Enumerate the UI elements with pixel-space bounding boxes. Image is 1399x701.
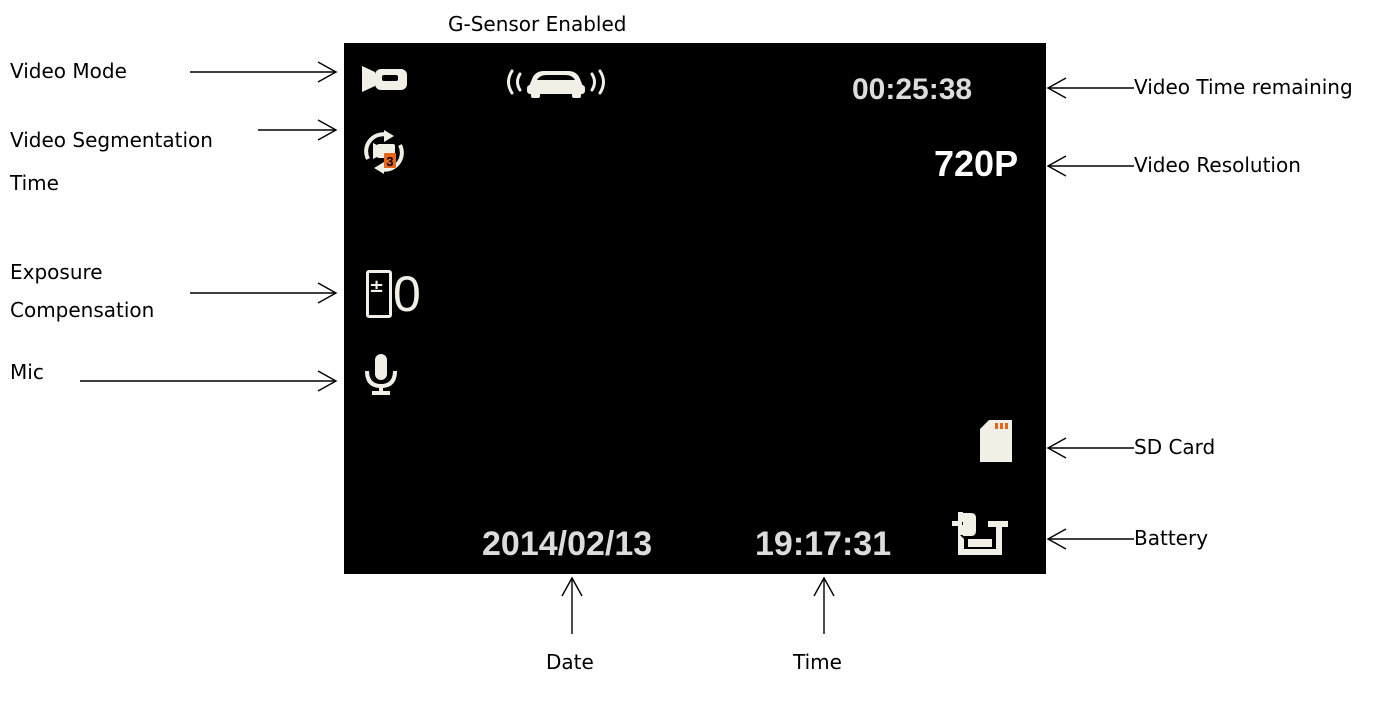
mic-icon [365, 354, 397, 395]
clock-value: 19:17:31 [755, 525, 892, 563]
dashcam-screen: 00:25:38 3 720P ± 0 2014/02/13 19:17:31 [344, 43, 1046, 574]
time-remaining-value: 00:25:38 [852, 73, 973, 106]
exposure-icon: ± 0 [366, 266, 430, 322]
date-value: 2014/02/13 [482, 525, 653, 563]
segment-loop-icon: 3 [364, 130, 404, 174]
plus-minus-icon: ± [369, 276, 385, 297]
resolution-value: 720P [934, 143, 1019, 184]
video-camera-icon [362, 66, 407, 92]
battery-plug-icon [952, 512, 1008, 555]
sd-card-icon [980, 420, 1012, 462]
g-sensor-car-icon [507, 69, 605, 98]
exposure-value: 0 [393, 266, 421, 322]
segment-minutes: 3 [386, 154, 393, 169]
